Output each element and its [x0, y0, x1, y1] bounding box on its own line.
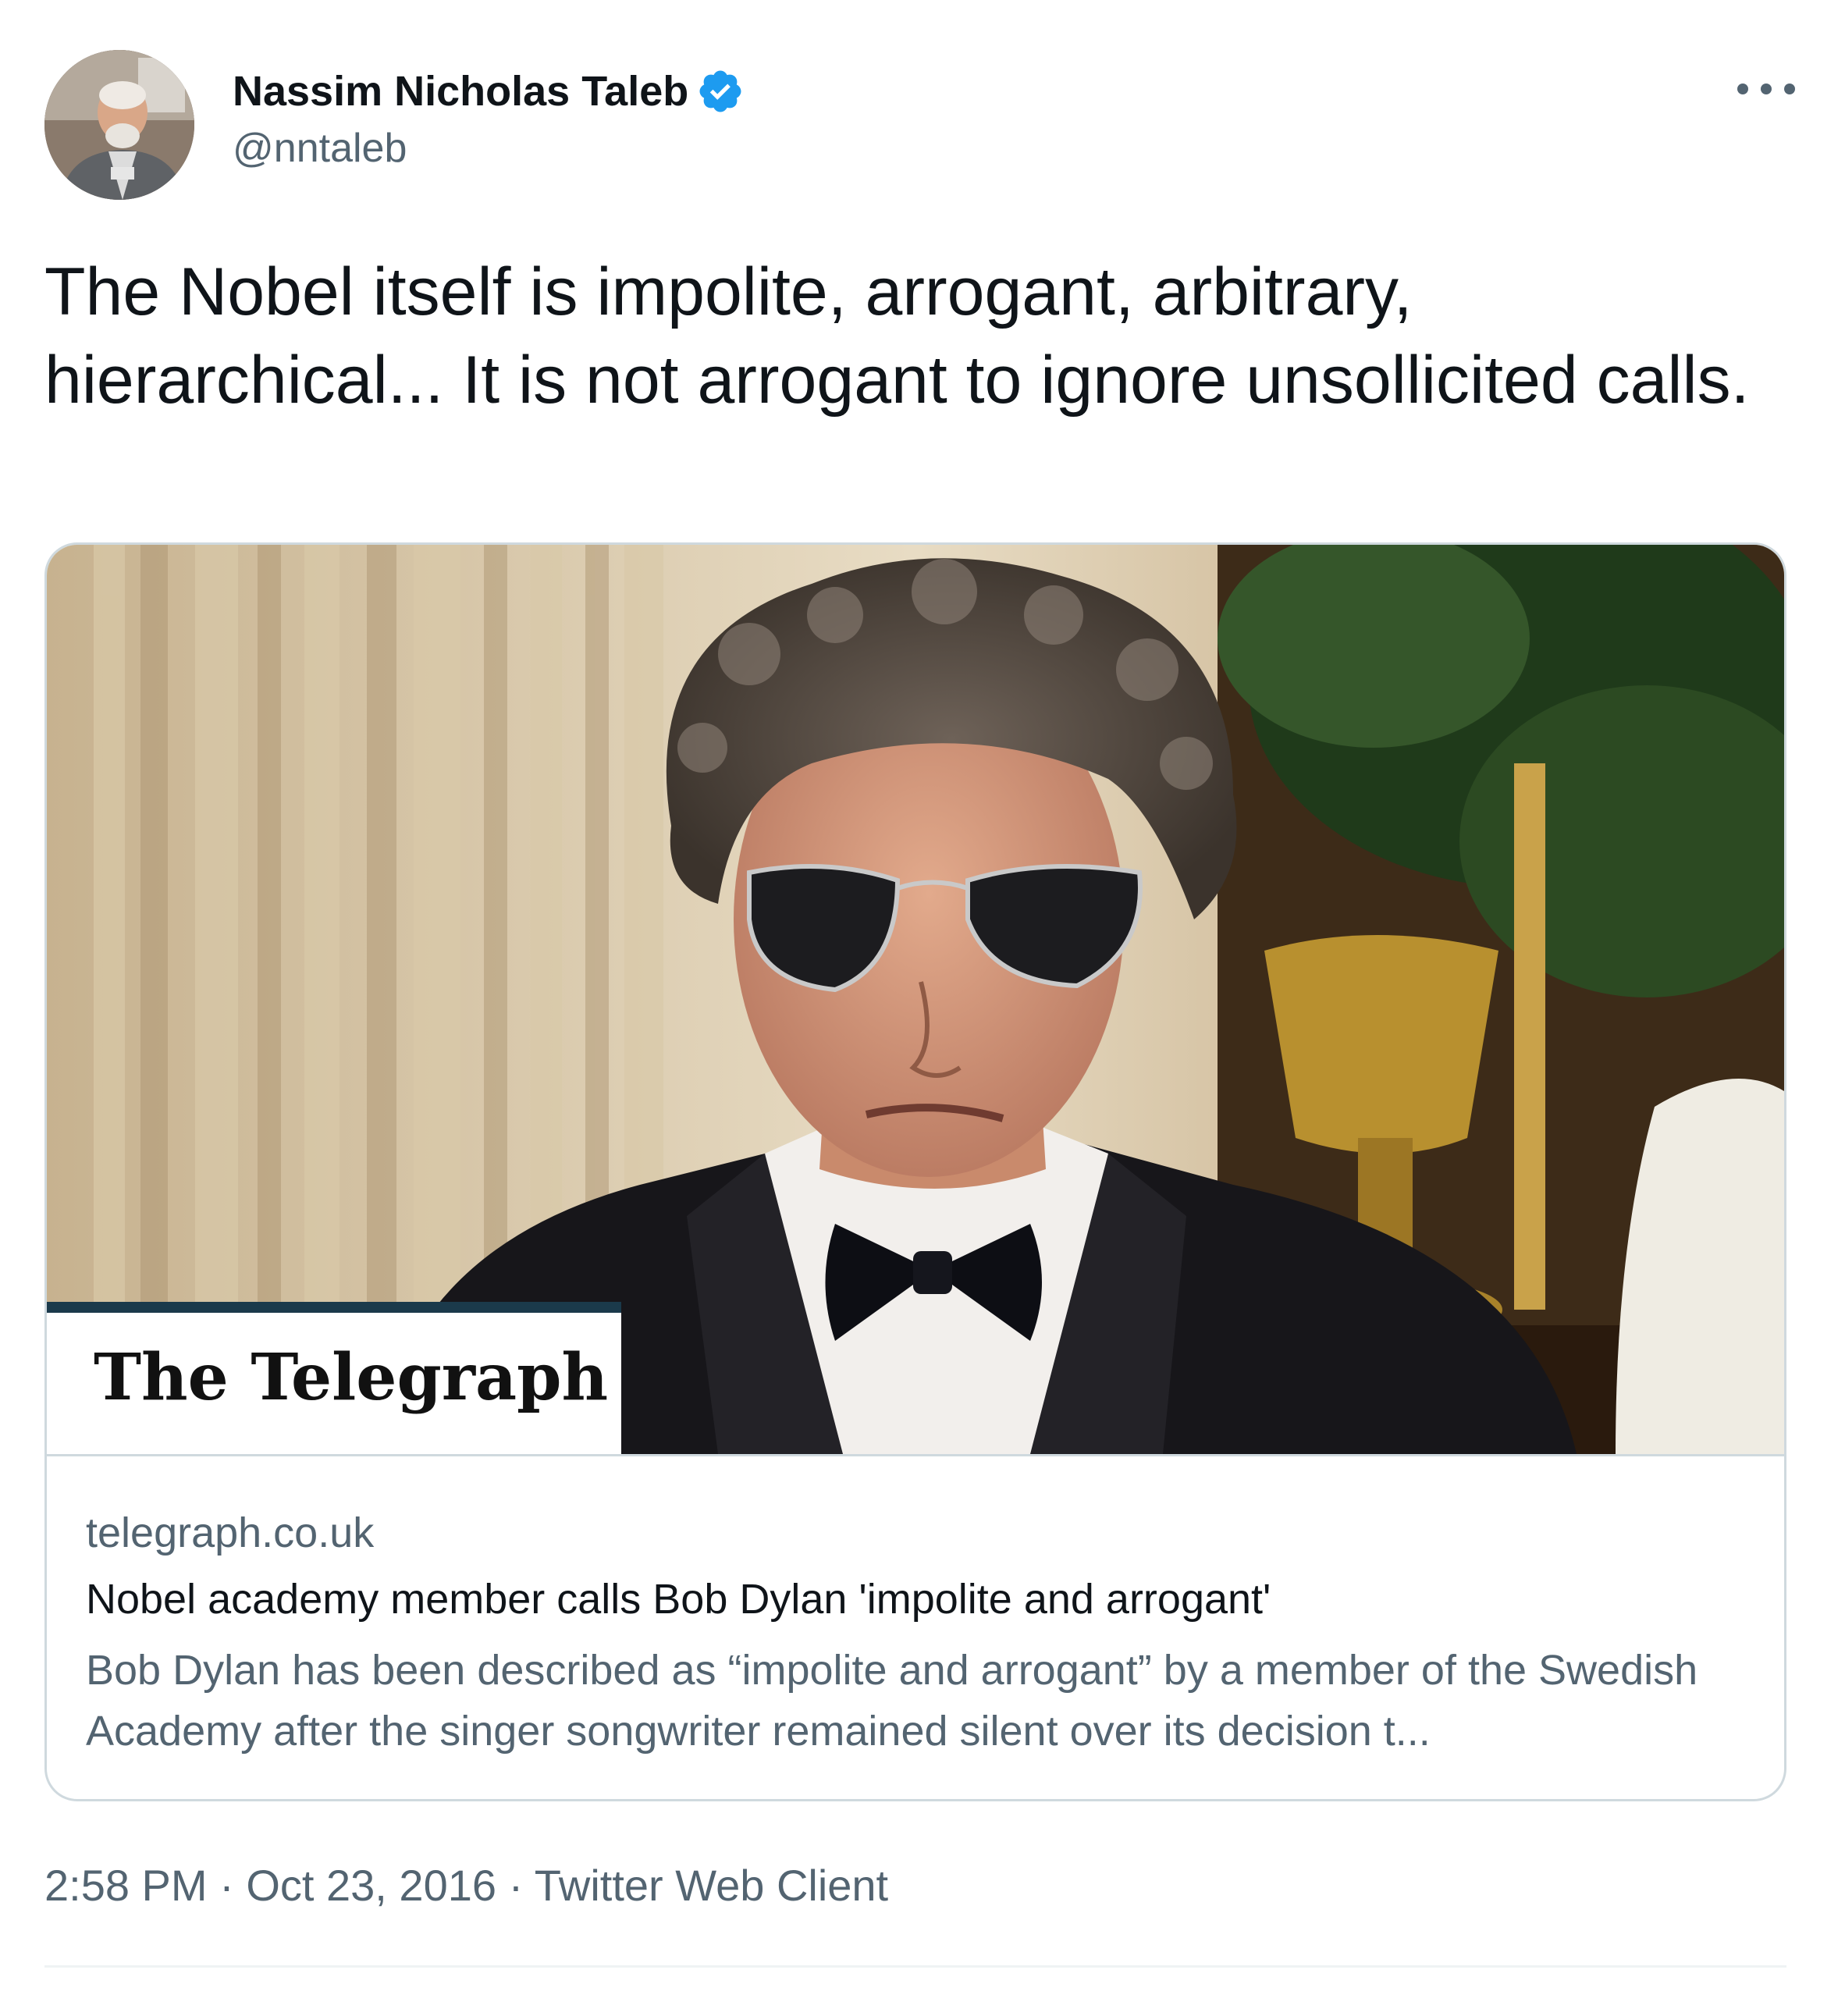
- telegraph-logo-text: The Telegraph: [94, 1340, 608, 1415]
- tweet-source[interactable]: Twitter Web Client: [535, 1861, 888, 1910]
- dot: [1784, 84, 1795, 94]
- card-description: Bob Dylan has been described as “impolit…: [86, 1647, 1698, 1755]
- card-domain: telegraph.co.uk: [86, 1509, 375, 1556]
- tweet-time[interactable]: 2:58 PM: [44, 1861, 208, 1910]
- verified-badge-icon: [696, 67, 745, 116]
- dot: [1737, 84, 1748, 94]
- card-photo: The Telegraph: [47, 545, 1784, 1454]
- avatar[interactable]: [44, 50, 194, 200]
- tweet-date[interactable]: Oct 23, 2016: [246, 1861, 496, 1910]
- card-title: Nobel academy member calls Bob Dylan 'im…: [86, 1576, 1271, 1623]
- more-horizontal-icon[interactable]: [1737, 72, 1795, 106]
- display-name-row[interactable]: Nassim Nicholas Taleb: [233, 64, 745, 119]
- tweet-text: The Nobel itself is impolite, arrogant, …: [44, 254, 1750, 418]
- divider: [44, 1965, 1786, 1968]
- tweet-meta: 2:58 PM · Oct 23, 2016 · Twitter Web Cli…: [44, 1860, 888, 1911]
- meta-separator: ·: [219, 1861, 247, 1910]
- handle[interactable]: @nntaleb: [233, 125, 407, 172]
- display-name[interactable]: Nassim Nicholas Taleb: [233, 67, 688, 116]
- link-card[interactable]: The Telegraph telegraph.co.uk Nobel acad…: [44, 542, 1786, 1801]
- avatar-photo: [44, 50, 194, 200]
- tweet: Nassim Nicholas Taleb @nntaleb The Nobel…: [0, 0, 1845, 2016]
- dot: [1761, 84, 1772, 94]
- card-image[interactable]: The Telegraph: [47, 545, 1784, 1454]
- card-divider: [47, 1454, 1784, 1456]
- meta-separator: ·: [508, 1861, 535, 1910]
